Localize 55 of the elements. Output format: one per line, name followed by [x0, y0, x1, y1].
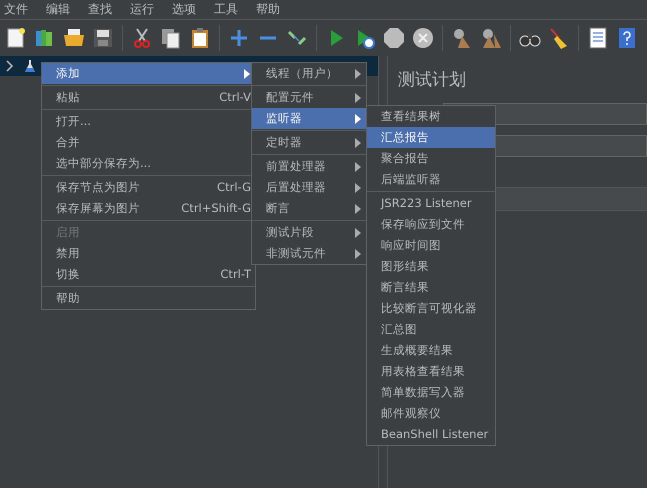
menu-item[interactable]: 响应时间图	[367, 235, 495, 256]
menu-bar-item[interactable]: 选项	[168, 1, 204, 18]
menu-item[interactable]: 断言	[252, 198, 366, 219]
menu-item[interactable]: 切换 Ctrl-T	[42, 264, 255, 285]
menu-item[interactable]: 配置元件	[252, 87, 366, 108]
menu-item[interactable]: 用表格查看结果	[367, 361, 495, 382]
submenu-arrow-icon	[243, 68, 251, 78]
menu-item[interactable]: 监听器	[252, 108, 366, 129]
flask-icon	[24, 59, 36, 73]
stop-icon[interactable]	[382, 26, 406, 50]
panel-title: 测试计划	[398, 69, 467, 91]
menu-bar-item[interactable]: 帮助	[252, 1, 288, 18]
menu-item[interactable]: 保存屏幕为图片 Ctrl+Shift-G	[42, 198, 255, 219]
submenu-arrow-icon	[354, 182, 362, 192]
menu-item[interactable]: 前置处理器	[252, 156, 366, 177]
submenu-arrow-icon	[354, 92, 362, 102]
submenu-arrow-icon	[354, 114, 362, 124]
menu-item[interactable]: 测试片段	[252, 222, 366, 243]
menu-bar-item[interactable]: 运行	[126, 1, 162, 18]
menu-item[interactable]: 非测试元件	[252, 243, 366, 264]
submenu-arrow-icon	[354, 228, 362, 238]
menu-item[interactable]: BeanShell Listener	[367, 424, 495, 445]
menu-item[interactable]: 汇总报告	[367, 127, 495, 148]
shutdown-icon[interactable]	[411, 26, 435, 50]
submenu-arrow-icon	[354, 162, 362, 172]
submenu-arrow-icon	[354, 68, 362, 78]
menu-item[interactable]: 打开...	[42, 111, 255, 132]
menu-item[interactable]: 断言结果	[367, 277, 495, 298]
menu-bar-item[interactable]: 查找	[84, 1, 120, 18]
menu-item[interactable]: 汇总图	[367, 319, 495, 340]
menu-item[interactable]: 线程（用户）	[252, 63, 366, 84]
menu-item[interactable]: 生成概要结果	[367, 340, 495, 361]
menu-item[interactable]: 禁用	[42, 243, 255, 264]
menu-item[interactable]: 图形结果	[367, 256, 495, 277]
menu-bar-item[interactable]: 编辑	[42, 1, 78, 18]
menu-item[interactable]: JSR223 Listener	[367, 193, 495, 214]
menu-item[interactable]: 聚合报告	[367, 148, 495, 169]
menu-item[interactable]: 比较断言可视化器	[367, 298, 495, 319]
menu-item[interactable]: 后置处理器	[252, 177, 366, 198]
submenu-arrow-icon	[354, 248, 362, 258]
submenu-arrow-icon	[354, 204, 362, 214]
submenu-arrow-icon	[354, 138, 362, 148]
menu-item[interactable]: 帮助	[42, 288, 255, 309]
menu-item[interactable]: 保存响应到文件	[367, 214, 495, 235]
menu-item[interactable]: 查看结果树	[367, 106, 495, 127]
menu-item[interactable]: 后端监听器	[367, 169, 495, 190]
menu-item[interactable]: 定时器	[252, 132, 366, 153]
menu-item[interactable]: 合并	[42, 132, 255, 153]
menu-item[interactable]: 简单数据写入器	[367, 382, 495, 403]
menu-item[interactable]: 选中部分保存为...	[42, 153, 255, 174]
menu-item[interactable]: 保存节点为图片 Ctrl-G	[42, 177, 255, 198]
menu-bar-item[interactable]: 文件	[0, 1, 36, 18]
menu-bar-item[interactable]: 工具	[210, 1, 246, 18]
menu-item[interactable]: 粘贴 Ctrl-V	[42, 87, 255, 108]
menu-item[interactable]: 邮件观察仪	[367, 403, 495, 424]
